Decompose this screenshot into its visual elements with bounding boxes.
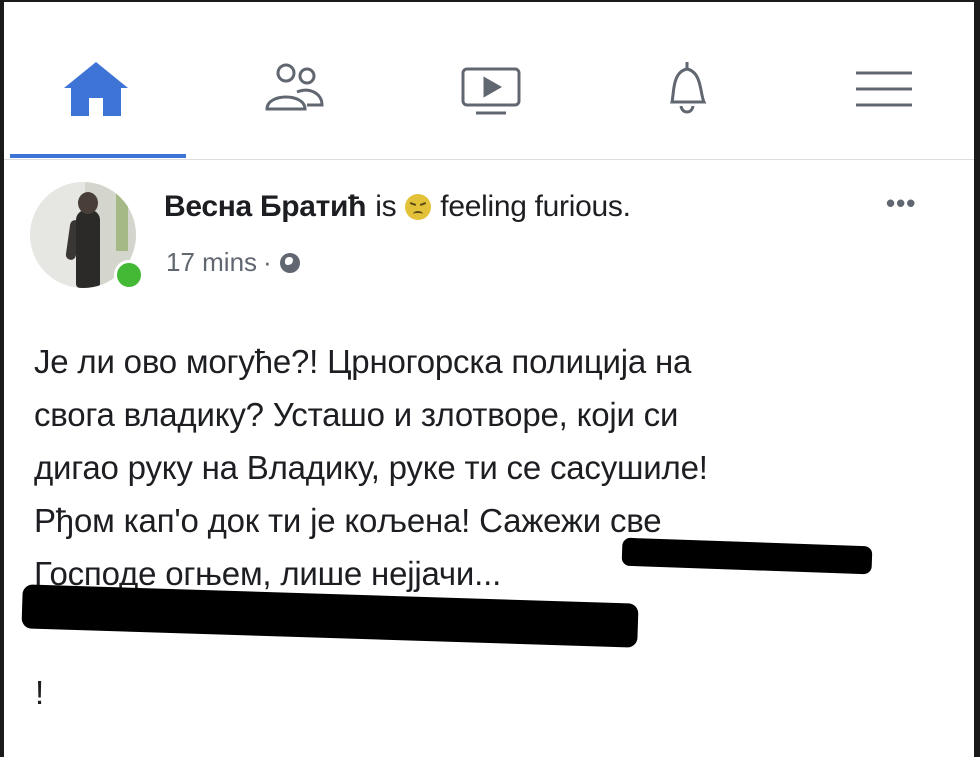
meta-separator: · [263, 247, 272, 277]
active-tab-indicator [10, 154, 186, 158]
post-body-line: Је ли ово могуће?! Црногорска полиција н… [34, 343, 692, 380]
top-navigation-bar [4, 2, 974, 160]
author-avatar[interactable] [30, 182, 144, 290]
more-options-button[interactable]: ••• [886, 188, 916, 219]
nav-divider [4, 159, 974, 160]
video-play-icon [461, 67, 521, 115]
nav-watch-tab[interactable] [451, 54, 531, 124]
is-label: is [375, 190, 397, 223]
home-icon [64, 62, 128, 116]
screenshot-frame: Весна Братић is feeling furious. ••• 17 … [0, 0, 980, 757]
friends-icon [265, 63, 324, 111]
post-body-line: дигао руку на Владику, руке ти се сасуши… [34, 449, 708, 486]
nav-menu-tab[interactable] [843, 54, 923, 124]
bell-icon [670, 62, 707, 114]
nav-notifications-tab[interactable] [647, 54, 727, 124]
post-meta: 17 mins · [166, 247, 300, 278]
author-name[interactable]: Весна Братић [164, 190, 367, 224]
furious-face-emoji [405, 194, 432, 220]
globe-icon [279, 252, 300, 273]
post-body-line: свога владику? Усташо и злотворе, који с… [34, 396, 679, 433]
post-trailing-text: ! [35, 674, 45, 711]
nav-home-tab[interactable] [56, 54, 136, 124]
online-status-dot [114, 260, 144, 290]
post-body-line: Рђом кап'о док ти је кољена! Сажежи све [34, 502, 662, 539]
post-header: Весна Братић is feeling furious. [164, 190, 631, 224]
nav-friends-tab[interactable] [254, 54, 334, 124]
post-timestamp[interactable]: 17 mins [166, 247, 257, 278]
feeling-text[interactable]: feeling furious. [440, 190, 631, 224]
hamburger-menu-icon [856, 71, 912, 107]
